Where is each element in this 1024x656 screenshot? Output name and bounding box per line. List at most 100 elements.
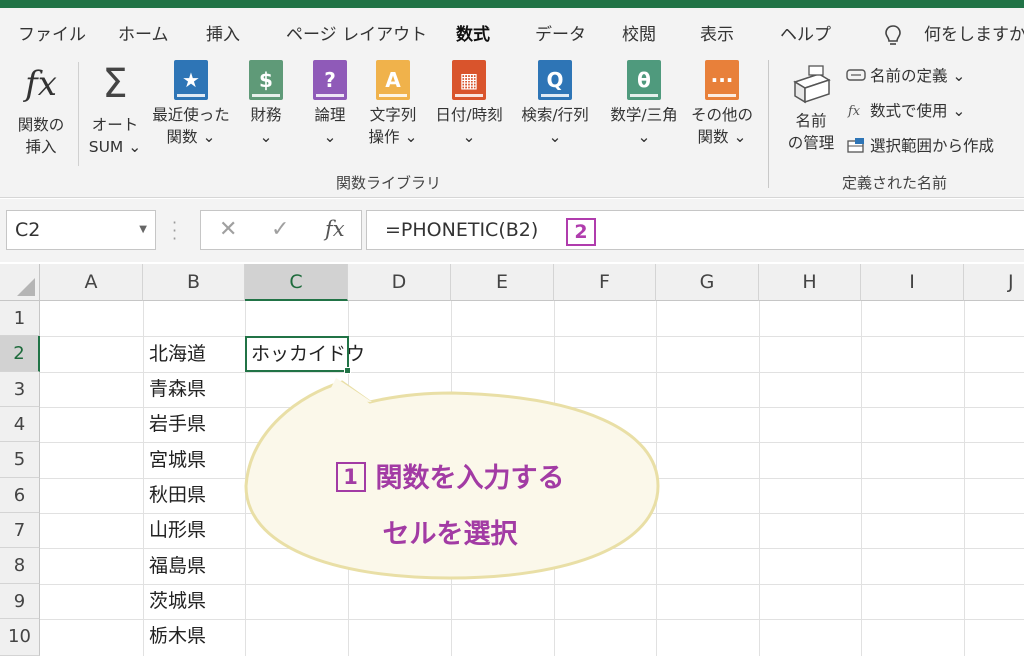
autosum-label-2: SUM ⌄	[88, 138, 142, 156]
tab-review[interactable]: 校閲	[622, 20, 656, 45]
select-all-corner[interactable]	[0, 264, 40, 301]
row-header-4[interactable]: 4	[0, 407, 40, 442]
column-header-D[interactable]: D	[348, 264, 451, 301]
tab-home[interactable]: ホーム	[118, 20, 169, 45]
cell-B10[interactable]: 栃木県	[143, 619, 206, 654]
insert-function-button[interactable]: fx 関数の 挿入	[12, 58, 70, 158]
tab-view[interactable]: 表示	[700, 20, 734, 45]
cell-B6[interactable]: 秋田県	[143, 478, 206, 513]
column-header-H[interactable]: H	[759, 264, 861, 301]
name-box-value: C2	[15, 219, 41, 241]
cell-B5[interactable]: 宮城県	[143, 442, 206, 478]
tab-data[interactable]: データ	[535, 20, 586, 45]
active-cell-selection	[245, 336, 349, 372]
financial-button[interactable]: $ 財務 ⌄	[240, 60, 292, 148]
callout-line-1: 1 関数を入力する	[240, 456, 660, 495]
column-header-B[interactable]: B	[143, 264, 245, 301]
autosum-label-1: オート	[91, 116, 139, 134]
financial-label-2: ⌄	[259, 128, 273, 146]
tab-page-layout[interactable]: ページ レイアウト	[286, 20, 427, 45]
text-book-icon: A	[376, 60, 410, 100]
insert-function-label-2: 挿入	[25, 138, 57, 156]
datetime-button[interactable]: ▦ 日付/時刻 ⌄	[428, 60, 510, 148]
column-header-A[interactable]: A	[40, 264, 143, 301]
logical-book-icon: ?	[313, 60, 347, 100]
fx-small-icon: fx	[847, 104, 861, 118]
lightbulb-icon	[885, 25, 901, 45]
cancel-icon[interactable]: ✕	[219, 217, 237, 242]
text-label-2: 操作 ⌄	[368, 128, 418, 146]
define-name-button[interactable]: 名前の定義 ⌄	[846, 64, 965, 88]
use-in-formula-button[interactable]: fx 数式で使用 ⌄	[846, 99, 965, 123]
fx-icon: fx	[25, 64, 57, 104]
recent-label-1: 最近使った	[152, 106, 230, 124]
row-header-3[interactable]: 3	[0, 372, 40, 407]
recent-functions-button[interactable]: ★ 最近使った 関数 ⌄	[150, 60, 232, 148]
insert-function-fx-icon[interactable]: fx	[325, 217, 345, 241]
name-manager-label-1: 名前	[795, 112, 827, 130]
cell-B8[interactable]: 福島県	[143, 548, 206, 584]
name-manager-button[interactable]: 名前 の管理	[780, 60, 842, 154]
logical-button[interactable]: ? 論理 ⌄	[304, 60, 356, 148]
svg-text:fx: fx	[847, 104, 861, 118]
row-header-8[interactable]: 8	[0, 548, 40, 584]
name-manager-icon	[793, 65, 831, 104]
callout-line-2: セルを選択	[382, 519, 518, 550]
step-2-badge: 2	[566, 218, 596, 246]
calendar-book-icon: ▦	[452, 60, 486, 100]
row-header-1[interactable]: 1	[0, 301, 40, 336]
row-header-10[interactable]: 10	[0, 619, 40, 656]
formula-input[interactable]: =PHONETIC(B2)	[366, 210, 1024, 250]
cell-B2[interactable]: 北海道	[143, 336, 206, 372]
row-header-9[interactable]: 9	[0, 584, 40, 619]
more-label-1: その他の	[690, 106, 753, 124]
insert-function-label-1: 関数の	[17, 116, 65, 134]
datetime-label-1: 日付/時刻	[435, 106, 503, 124]
cell-B7[interactable]: 山形県	[143, 513, 206, 548]
callout-text-1: 関数を入力する	[375, 463, 565, 494]
cell-B3[interactable]: 青森県	[143, 372, 206, 407]
tab-formulas[interactable]: 数式	[456, 20, 490, 45]
column-header-C[interactable]: C	[245, 264, 348, 301]
column-header-F[interactable]: F	[554, 264, 656, 301]
name-box[interactable]: C2 ▼	[6, 210, 156, 250]
tab-insert[interactable]: 挿入	[206, 20, 240, 45]
text-functions-button[interactable]: A 文字列 操作 ⌄	[364, 60, 422, 148]
autosum-button[interactable]: Σ オート SUM ⌄	[84, 58, 146, 158]
chevron-down-icon[interactable]: ▼	[139, 211, 147, 249]
column-header-G[interactable]: G	[656, 264, 759, 301]
text-label-1: 文字列	[369, 106, 417, 124]
row-header-7[interactable]: 7	[0, 513, 40, 548]
recent-book-icon: ★	[174, 60, 208, 100]
formula-bar: C2 ▼ · · · ✕ ✓ fx =PHONETIC(B2)	[0, 199, 1024, 262]
create-from-selection-button[interactable]: 選択範囲から作成	[846, 134, 994, 158]
row-header-5[interactable]: 5	[0, 442, 40, 478]
more-functions-button[interactable]: ··· その他の 関数 ⌄	[688, 60, 756, 148]
logical-label-1: 論理	[314, 106, 346, 124]
column-header-J[interactable]: J	[964, 264, 1024, 301]
tab-help[interactable]: ヘルプ	[780, 20, 831, 45]
tell-me-search[interactable]: 何をしますか	[924, 20, 1024, 45]
ribbon-formulas: fx 関数の 挿入 Σ オート SUM ⌄ ★ 最近使った 関数 ⌄ $ 財務 …	[0, 52, 1024, 198]
cell-B9[interactable]: 茨城県	[143, 584, 206, 619]
tag-icon	[846, 69, 866, 81]
fill-handle[interactable]	[344, 367, 351, 374]
cell-B4[interactable]: 岩手県	[143, 407, 206, 442]
lookup-button[interactable]: Q 検索/行列 ⌄	[514, 60, 596, 148]
row-header-2[interactable]: 2	[0, 336, 40, 372]
column-header-E[interactable]: E	[451, 264, 554, 301]
enter-check-icon[interactable]: ✓	[271, 217, 289, 242]
group-label-library: 関数ライブラリ	[336, 174, 442, 192]
column-header-I[interactable]: I	[861, 264, 964, 301]
name-manager-label-2: の管理	[787, 134, 835, 152]
grip-icon[interactable]: · · ·	[172, 215, 177, 247]
row-header-6[interactable]: 6	[0, 478, 40, 513]
tab-file[interactable]: ファイル	[18, 20, 86, 45]
recent-label-2: 関数 ⌄	[166, 128, 216, 146]
math-label-1: 数学/三角	[610, 106, 678, 124]
lookup-label-1: 検索/行列	[521, 106, 589, 124]
sigma-icon: Σ	[102, 61, 128, 107]
math-trig-button[interactable]: θ 数学/三角 ⌄	[602, 60, 686, 148]
math-book-icon: θ	[627, 60, 661, 100]
logical-label-2: ⌄	[323, 128, 337, 146]
